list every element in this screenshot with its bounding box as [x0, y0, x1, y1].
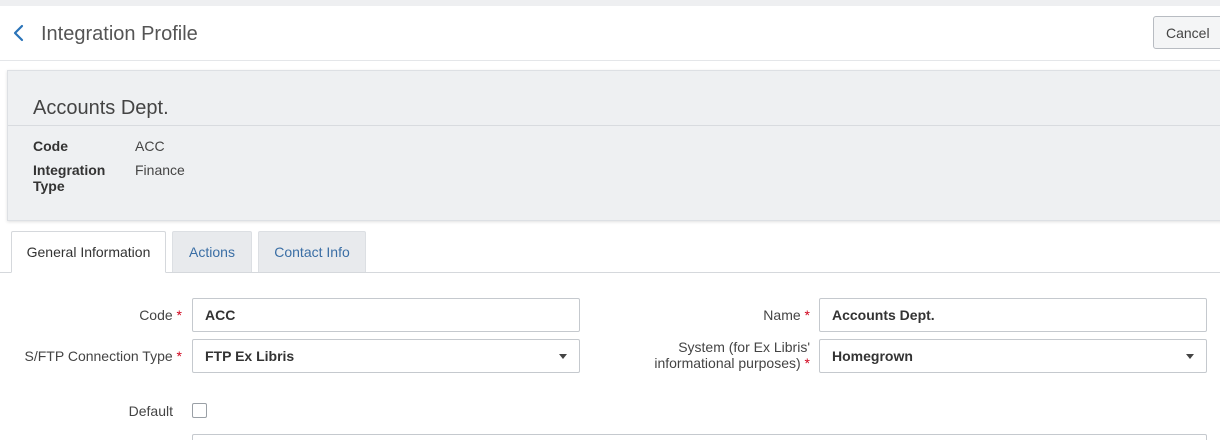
- name-input[interactable]: Accounts Dept.: [819, 298, 1207, 332]
- code-label-text: Code: [139, 307, 173, 323]
- connection-type-field-label: S/FTP Connection Type *: [10, 348, 182, 364]
- system-field-label: System (for Ex Libris' informational pur…: [650, 339, 810, 371]
- name-field-label: Name *: [640, 307, 810, 323]
- tab-contact-info[interactable]: Contact Info: [258, 231, 366, 272]
- system-select[interactable]: Homegrown: [819, 339, 1207, 373]
- chevron-left-icon: [13, 24, 24, 42]
- summary-integration-type-label: Integration Type: [33, 162, 106, 194]
- system-label-text: System (for Ex Libris' informational pur…: [654, 339, 810, 371]
- required-marker: *: [804, 355, 810, 371]
- connection-type-label-text: S/FTP Connection Type: [24, 348, 173, 364]
- tab-actions[interactable]: Actions: [172, 231, 252, 272]
- default-checkbox[interactable]: [192, 403, 207, 418]
- tab-bar: General Information Actions Contact Info: [0, 231, 1220, 273]
- summary-code-label: Code: [33, 138, 68, 154]
- next-field-input[interactable]: [192, 434, 1207, 440]
- system-value: Homegrown: [832, 348, 913, 364]
- back-button[interactable]: [8, 22, 30, 44]
- tab-general-information[interactable]: General Information: [11, 231, 166, 273]
- summary-divider: [8, 125, 1220, 126]
- summary-title: Accounts Dept.: [33, 97, 169, 119]
- page-header: Integration Profile Cancel: [0, 6, 1220, 61]
- default-field-label: Default: [128, 403, 173, 419]
- caret-down-icon: [1186, 354, 1194, 359]
- required-marker: *: [176, 307, 182, 323]
- required-marker: *: [804, 307, 810, 323]
- connection-type-select[interactable]: FTP Ex Libris: [192, 339, 580, 373]
- caret-down-icon: [559, 354, 567, 359]
- code-input[interactable]: ACC: [192, 298, 580, 332]
- summary-code-value: ACC: [135, 138, 165, 154]
- cancel-button[interactable]: Cancel: [1153, 16, 1220, 49]
- connection-type-value: FTP Ex Libris: [205, 348, 295, 364]
- summary-integration-type-value: Finance: [135, 162, 185, 178]
- profile-summary-panel: Accounts Dept. Code ACC Integration Type…: [7, 70, 1220, 221]
- page-title: Integration Profile: [41, 23, 198, 45]
- name-label-text: Name: [763, 307, 801, 323]
- required-marker: *: [176, 348, 182, 364]
- code-field-label: Code *: [20, 307, 182, 323]
